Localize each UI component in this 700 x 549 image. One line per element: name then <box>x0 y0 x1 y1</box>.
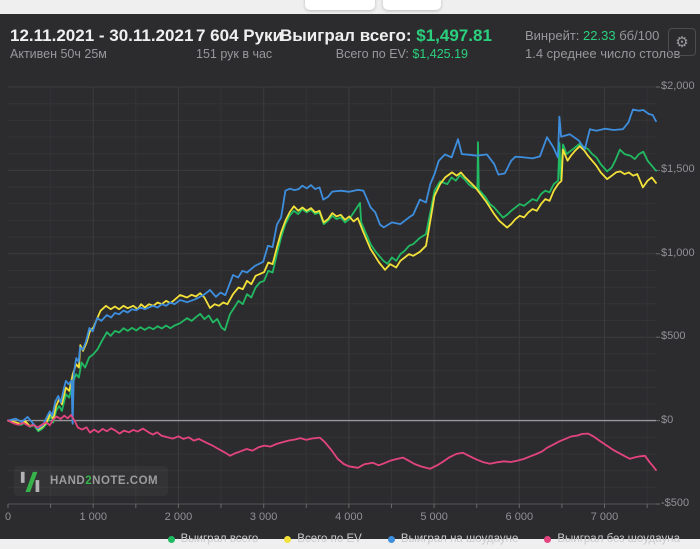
avg-tables: 1.4 среднее число столов <box>525 46 681 61</box>
legend-dot-icon <box>167 535 175 543</box>
x-axis-tick-label: 7 000 <box>590 511 619 523</box>
hands-block: 7 604 Руки 151 рук в час <box>196 25 283 62</box>
hand2note-watermark: HAND2NOTE.COM <box>14 466 168 496</box>
chart-canvas[interactable] <box>0 76 700 526</box>
legend-item[interactable]: Выиграл без шоудауна <box>544 533 680 545</box>
x-axis-tick-label: 6 000 <box>505 511 534 523</box>
ev-total-value: $1,425.19 <box>412 47 468 61</box>
chart-legend: Выиграл всего Всего по EV Выиграл на шоуда… <box>0 529 700 549</box>
won-total-label: Выиграл всего: <box>280 26 412 45</box>
watermark-text-pre: HAND <box>50 475 86 487</box>
y-axis-tick-label: $0 <box>661 413 674 426</box>
x-axis-tick-label: 3 000 <box>249 511 278 523</box>
top-tab-button-2[interactable] <box>383 0 441 10</box>
x-axis-tick-label: 0 <box>4 511 12 523</box>
top-strip <box>0 0 700 14</box>
winnings-chart[interactable]: $2,000 $1,500 $1,000 $500 $0 -$500 0 1 000 2 00… <box>0 76 700 526</box>
x-axis-tick-label: 5 000 <box>420 511 448 523</box>
top-tab-button-1[interactable] <box>305 0 375 10</box>
stats-header: 12.11.2021 - 30.11.2021 Активен 50ч 25м … <box>0 14 700 72</box>
hand2note-logo-icon <box>20 471 40 492</box>
y-axis-tick-label: -$500 <box>661 497 690 509</box>
legend-label: Всего по EV <box>297 533 362 545</box>
winrate-unit: бб/100 <box>619 28 660 43</box>
winrate-block: Винрейт: 22.33 бб/100 1.4 среднее число … <box>525 25 680 62</box>
legend-dot-icon <box>387 535 395 543</box>
watermark-text-post: NOTE.COM <box>92 475 159 487</box>
x-axis-tick-label: 1 000 <box>79 511 107 523</box>
y-axis-tick-label: $1,000 <box>661 246 695 259</box>
ev-total-label: Всего по EV: <box>335 47 409 61</box>
legend-item[interactable]: Выиграл на шоудауне <box>387 533 519 545</box>
legend-item[interactable]: Выиграл всего <box>167 533 259 545</box>
gear-icon: ⚙ <box>675 34 689 51</box>
winrate-label: Винрейт: <box>525 28 580 43</box>
legend-dot-icon <box>544 535 552 543</box>
x-axis-tick-label: 2 000 <box>164 511 193 523</box>
date-range: 12.11.2021 - 30.11.2021 <box>10 26 194 45</box>
winnings-block: Выиграл всего: $1,497.81 Всего по EV: $1… <box>280 25 492 62</box>
hands-count: 7 604 Руки <box>196 26 284 45</box>
y-axis-tick-label: $1,500 <box>661 163 695 176</box>
settings-button[interactable]: ⚙ <box>668 28 696 56</box>
stats-panel: 12.11.2021 - 30.11.2021 Активен 50ч 25м … <box>0 14 700 545</box>
x-axis-tick-label: 4 000 <box>335 511 363 523</box>
active-time: Активен 50ч 25м <box>10 47 107 61</box>
legend-item[interactable]: Всего по EV <box>284 533 362 545</box>
won-total-value: $1,497.81 <box>416 26 492 45</box>
legend-label: Выиграл всего <box>180 533 259 545</box>
y-axis-tick-label: $2,000 <box>661 80 695 92</box>
winrate-value: 22.33 <box>583 28 616 43</box>
date-range-block: 12.11.2021 - 30.11.2021 Активен 50ч 25м <box>10 25 193 62</box>
y-axis-tick-label: $500 <box>661 330 686 343</box>
legend-dot-icon <box>284 535 292 543</box>
legend-label: Выиграл без шоудауна <box>557 533 680 545</box>
legend-label: Выиграл на шоудауне <box>400 533 519 545</box>
hands-per-hour: 151 рук в час <box>196 47 273 61</box>
